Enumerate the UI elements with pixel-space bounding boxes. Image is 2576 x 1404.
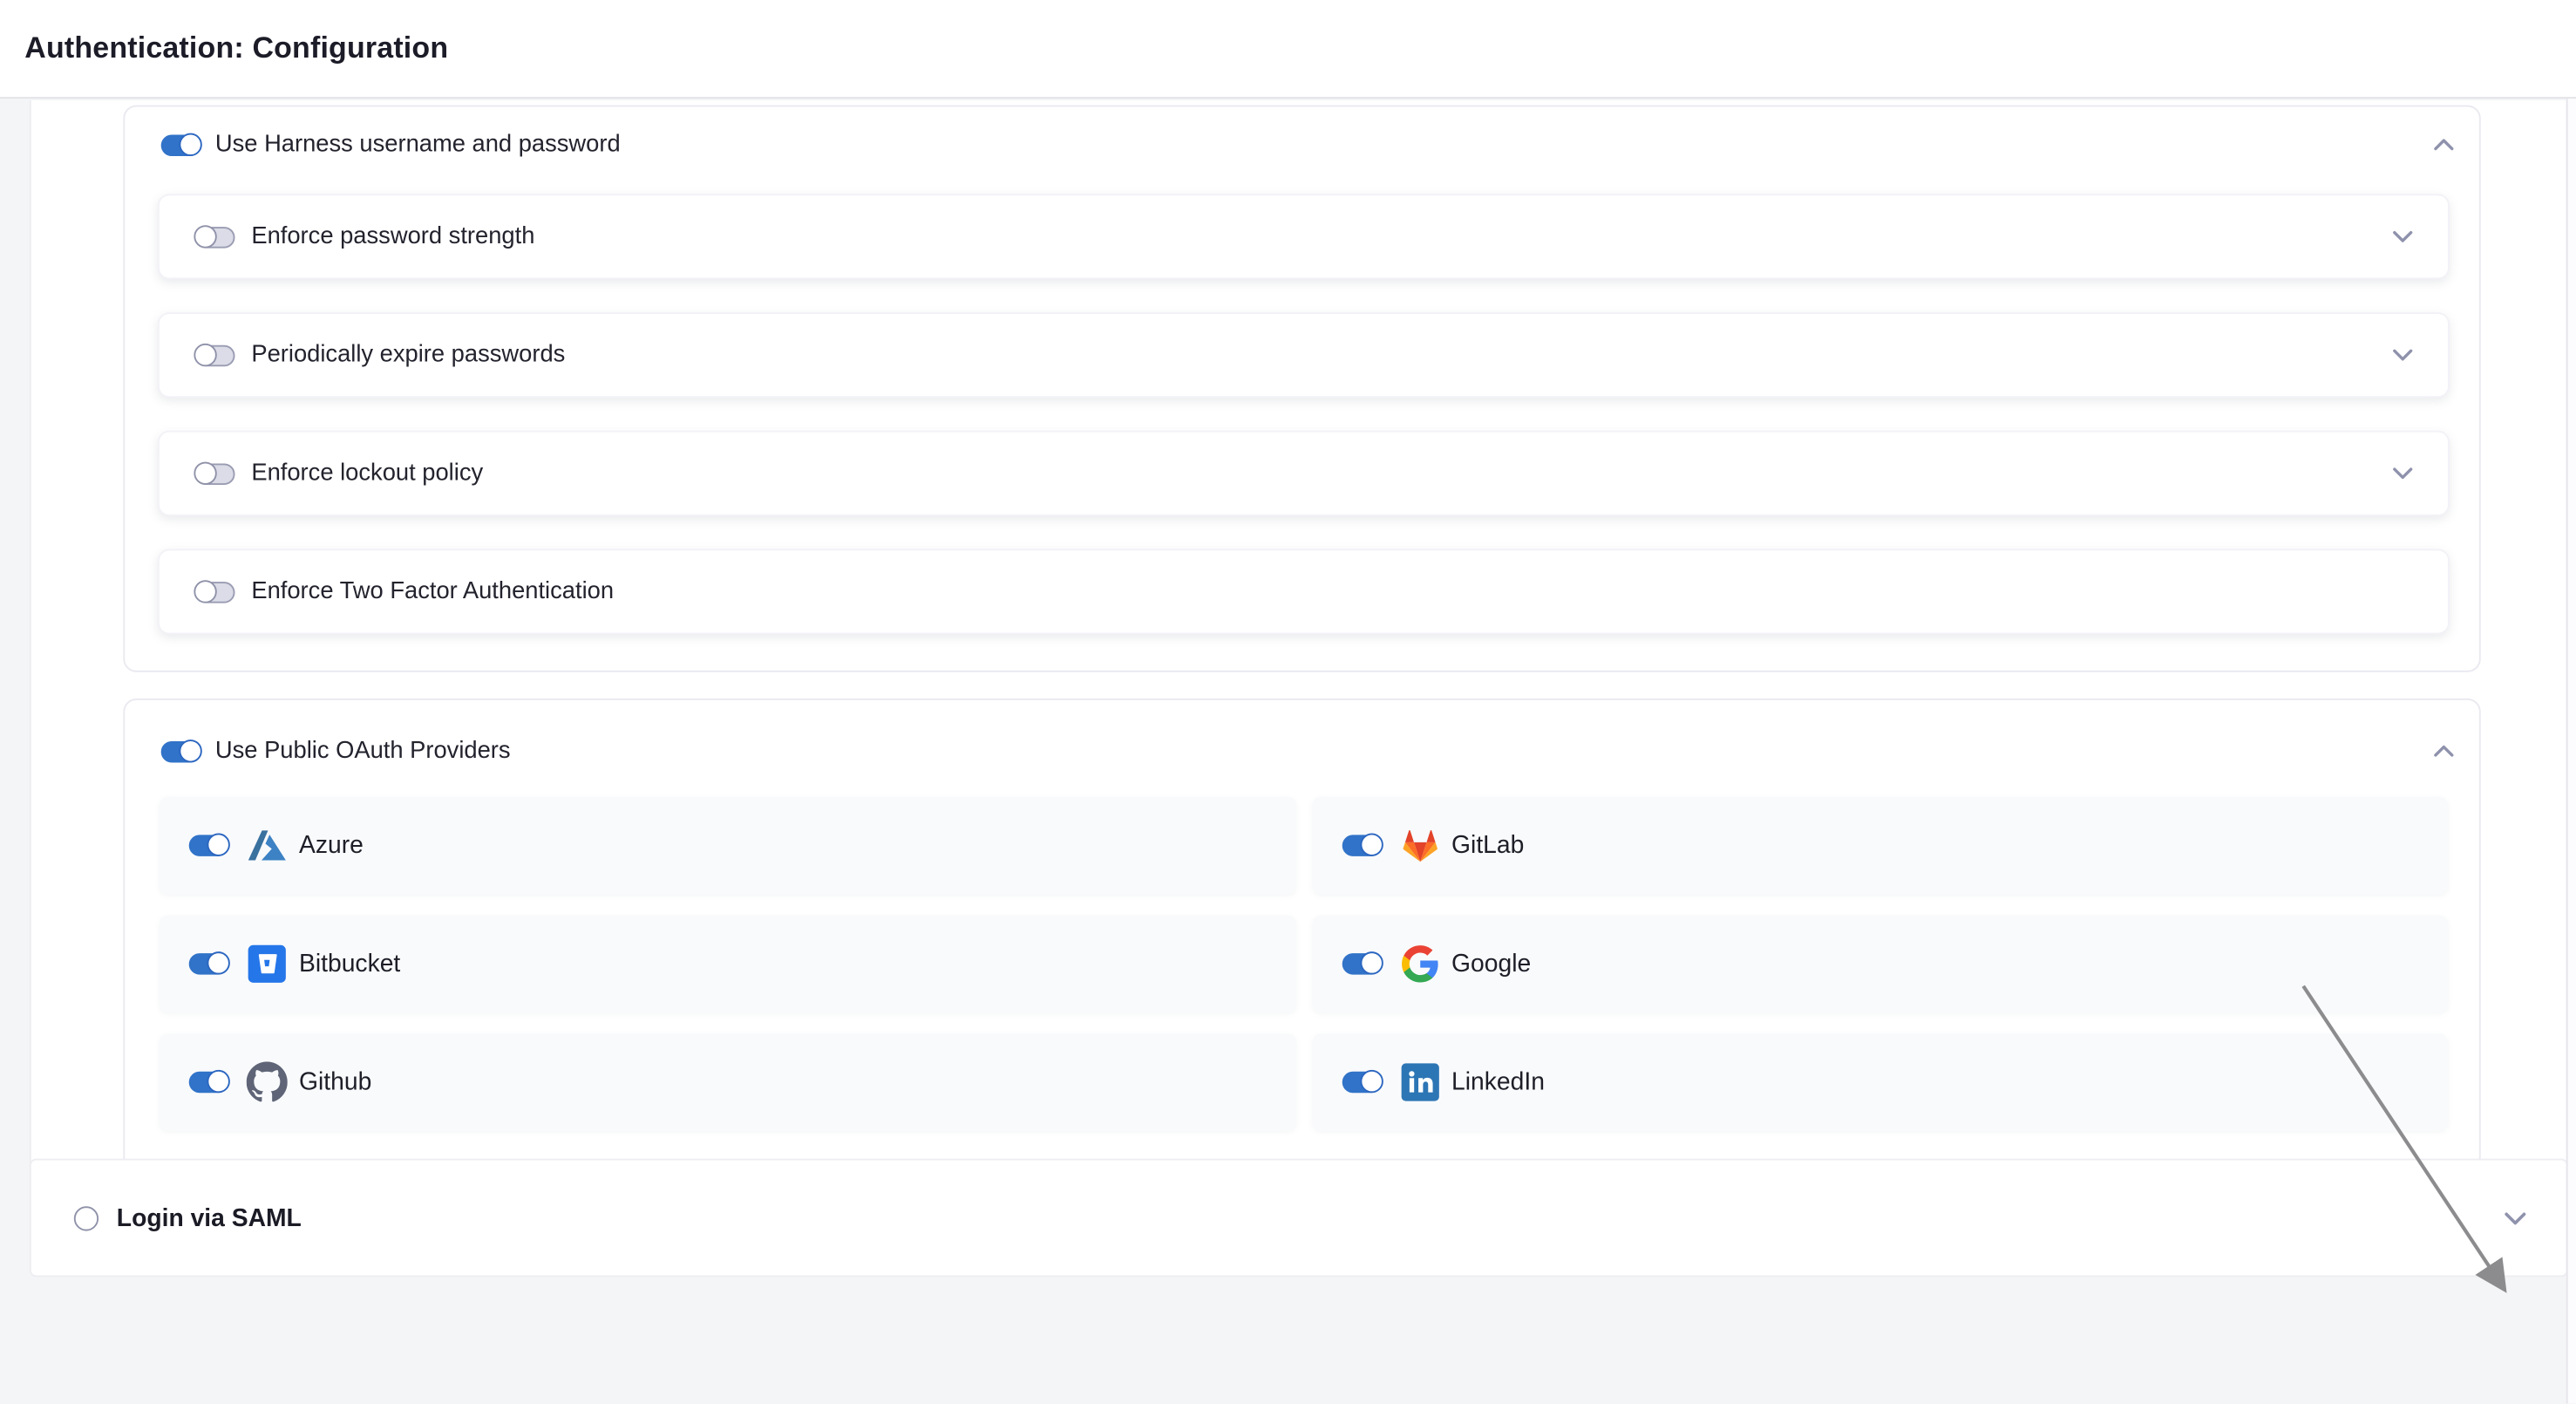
- toggle-knob: [194, 343, 216, 365]
- chevron-down-icon[interactable]: [2392, 467, 2413, 480]
- periodically-expire-passwords-toggle[interactable]: [195, 344, 234, 365]
- password-strength-card: Enforce password strength: [158, 194, 2450, 279]
- lockout-policy-card: Enforce lockout policy: [158, 431, 2450, 516]
- chevron-down-icon[interactable]: [2392, 349, 2413, 362]
- toggle-knob: [207, 951, 229, 974]
- page-title: Authentication: Configuration: [0, 0, 2576, 95]
- toggle-knob: [1360, 951, 1383, 974]
- oauth-section: Use Public OAuth Providers Azure: [123, 699, 2480, 1170]
- oauth-provider-grid: Azure G: [160, 797, 2448, 1131]
- toggle-knob: [207, 1070, 229, 1093]
- provider-label: Bitbucket: [299, 950, 400, 978]
- provider-card-gitlab: GitLab: [1312, 797, 2448, 894]
- toggle-knob: [194, 461, 216, 484]
- page: Authentication: Configuration Use Harnes…: [0, 0, 2576, 1404]
- login-via-saml-label: Login via SAML: [117, 1203, 302, 1231]
- enforce-lockout-policy-label: Enforce lockout policy: [251, 460, 483, 487]
- use-harness-password-toggle[interactable]: [161, 134, 201, 155]
- github-toggle[interactable]: [189, 1072, 228, 1093]
- bitbucket-icon: [247, 944, 288, 985]
- oauth-section-header: Use Public OAuth Providers: [161, 700, 2414, 802]
- github-icon: [247, 1061, 288, 1102]
- chevron-up-icon[interactable]: [2433, 138, 2454, 151]
- bitbucket-toggle[interactable]: [189, 953, 228, 974]
- enforce-password-strength-toggle[interactable]: [195, 226, 234, 247]
- password-expiration-card: Periodically expire passwords: [158, 312, 2450, 398]
- provider-card-linkedin: LinkedIn: [1312, 1033, 2448, 1130]
- enforce-two-factor-auth-toggle[interactable]: [195, 581, 234, 602]
- provider-card-github: Github: [160, 1033, 1295, 1130]
- toggle-knob: [207, 833, 229, 855]
- chevron-down-icon[interactable]: [2504, 1210, 2526, 1225]
- google-icon: [1399, 944, 1440, 985]
- gitlab-toggle[interactable]: [1342, 835, 1381, 855]
- enforce-password-strength-label: Enforce password strength: [251, 223, 534, 249]
- enforce-lockout-policy-toggle[interactable]: [195, 463, 234, 484]
- login-via-saml-radio[interactable]: [74, 1205, 99, 1230]
- harness-password-section: Use Harness username and password Enforc…: [123, 106, 2480, 672]
- enforce-two-factor-auth-label: Enforce Two Factor Authentication: [251, 578, 614, 604]
- saml-section: Login via SAML: [30, 1159, 2568, 1278]
- provider-card-bitbucket: Bitbucket: [160, 916, 1295, 1012]
- provider-card-google: Google: [1312, 916, 2448, 1012]
- use-public-oauth-label: Use Public OAuth Providers: [215, 738, 511, 764]
- azure-icon: [247, 825, 288, 866]
- provider-label: Google: [1451, 950, 1531, 978]
- azure-toggle[interactable]: [189, 835, 228, 855]
- toggle-knob: [1360, 1070, 1383, 1093]
- linkedin-toggle[interactable]: [1342, 1072, 1381, 1093]
- toggle-knob: [179, 133, 201, 155]
- two-factor-auth-card: Enforce Two Factor Authentication: [158, 549, 2450, 634]
- google-toggle[interactable]: [1342, 953, 1381, 974]
- provider-label: Github: [299, 1068, 371, 1096]
- toggle-knob: [179, 739, 201, 761]
- chevron-up-icon[interactable]: [2433, 745, 2454, 758]
- gitlab-icon: [1399, 825, 1440, 866]
- use-public-oauth-toggle[interactable]: [161, 740, 201, 761]
- toggle-knob: [1360, 833, 1383, 855]
- provider-card-azure: Azure: [160, 797, 1295, 894]
- scrollbar[interactable]: [2566, 99, 2576, 1403]
- provider-label: LinkedIn: [1451, 1068, 1545, 1096]
- provider-label: GitLab: [1451, 832, 1524, 860]
- linkedin-icon: [1399, 1061, 1440, 1102]
- provider-label: Azure: [299, 832, 364, 860]
- toggle-knob: [194, 579, 216, 602]
- chevron-down-icon[interactable]: [2392, 230, 2413, 243]
- periodically-expire-passwords-label: Periodically expire passwords: [251, 342, 565, 368]
- use-harness-password-label: Use Harness username and password: [215, 132, 621, 158]
- header: Authentication: Configuration: [0, 0, 2576, 99]
- harness-password-section-header: Use Harness username and password: [161, 106, 2414, 182]
- toggle-knob: [194, 224, 216, 247]
- auth-settings-panel: Use Harness username and password Enforc…: [30, 100, 2568, 1218]
